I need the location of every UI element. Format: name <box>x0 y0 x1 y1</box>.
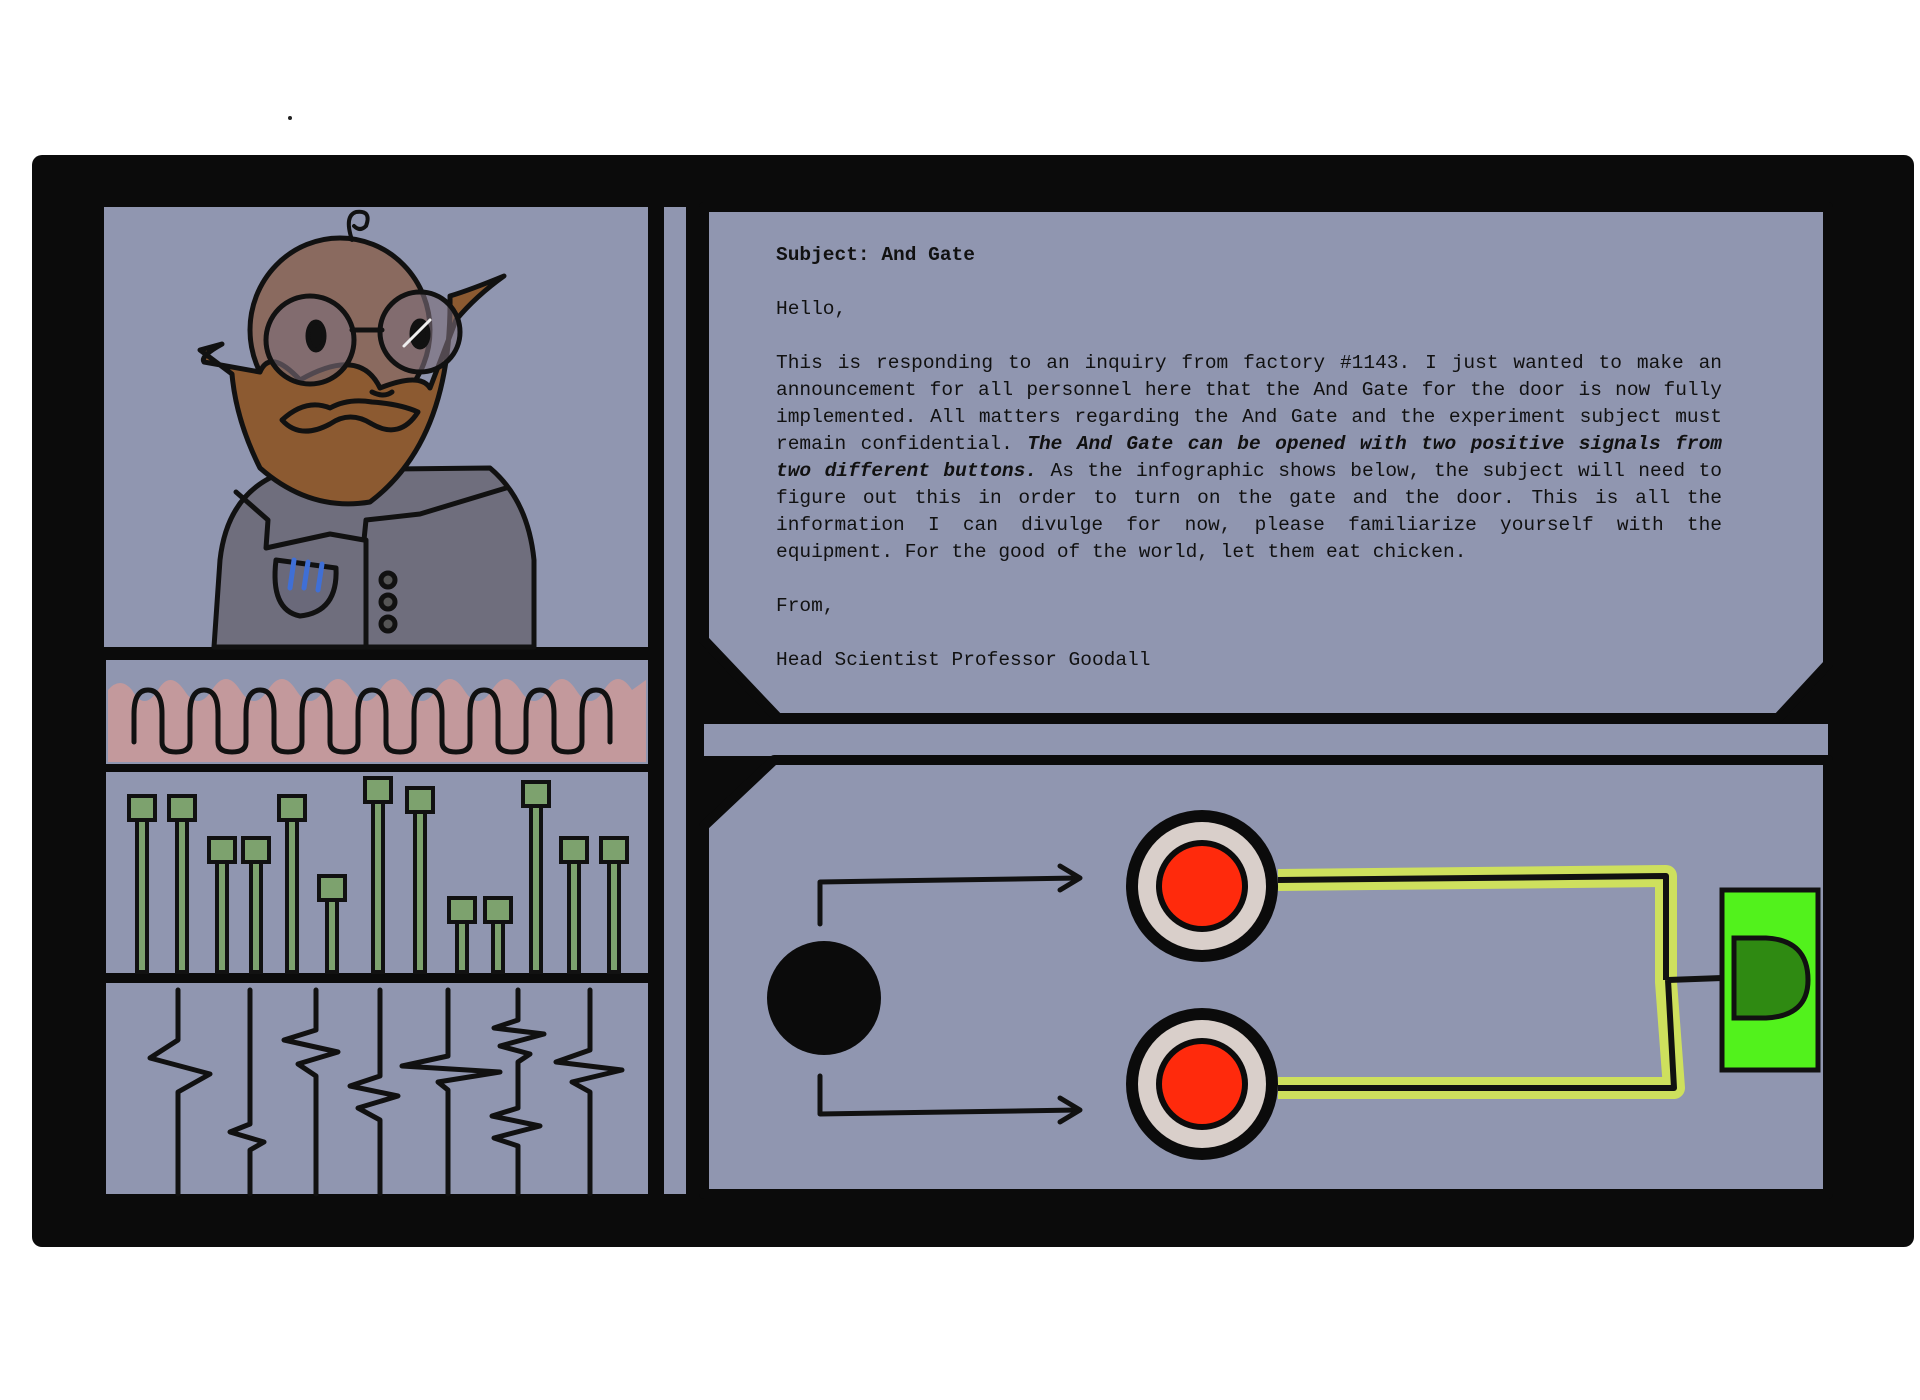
slider-knob[interactable] <box>317 874 347 902</box>
slider-stem <box>135 806 149 974</box>
stray-dot <box>288 116 292 120</box>
slider-knob[interactable] <box>241 836 271 864</box>
slider-knob[interactable] <box>207 836 237 864</box>
slider-knob[interactable] <box>405 786 435 814</box>
message-subject: Subject: And Gate <box>776 244 975 266</box>
slider-knob[interactable] <box>483 896 513 924</box>
slider-knob[interactable] <box>167 794 197 822</box>
message-body: This is responding to an inquiry from fa… <box>776 350 1722 566</box>
slider-knob[interactable] <box>277 794 307 822</box>
column-gap-strip <box>664 207 686 1194</box>
slider-stem <box>413 798 427 974</box>
message-greeting: Hello, <box>776 298 847 320</box>
slider-knob[interactable] <box>363 776 393 804</box>
slider-stem <box>371 788 385 974</box>
right-lower-background <box>704 724 1828 756</box>
message-text: Subject: And Gate Hello, This is respond… <box>776 242 1722 701</box>
slider-stem <box>607 848 621 974</box>
slider-stem <box>567 848 581 974</box>
red-push-button-top[interactable] <box>1126 810 1278 962</box>
slider-knob[interactable] <box>447 896 477 924</box>
signal-source-dot-icon <box>767 941 881 1055</box>
slider-knob[interactable] <box>127 794 157 822</box>
slider-stem <box>285 806 299 974</box>
and-gate-icon <box>1731 935 1811 1021</box>
slider-stem <box>529 792 543 974</box>
message-closing: From, <box>776 595 835 617</box>
slider-stem <box>249 848 263 974</box>
slider-knob[interactable] <box>559 836 589 864</box>
slider-stem <box>175 806 189 974</box>
slider-knob[interactable] <box>521 780 551 808</box>
message-signature: Head Scientist Professor Goodall <box>776 649 1151 671</box>
wire-to-gate <box>1667 975 1723 983</box>
slider-knob[interactable] <box>599 836 629 864</box>
red-push-button-bottom[interactable] <box>1126 1008 1278 1160</box>
slider-stem <box>215 848 229 974</box>
